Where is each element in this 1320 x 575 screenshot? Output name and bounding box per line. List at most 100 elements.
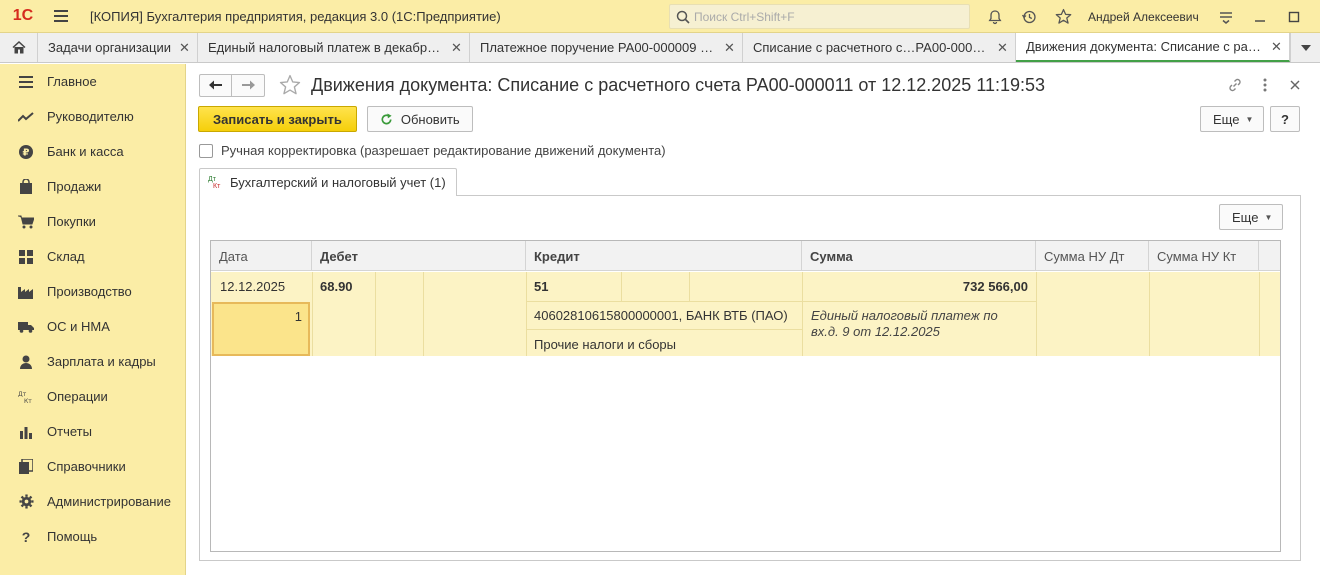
tab-bank-writeoff[interactable]: Списание с расчетного с…РА00-000011 ✕ <box>743 33 1016 62</box>
sidebar-item-help[interactable]: ? Помощь <box>0 519 185 554</box>
ruble-coin-icon: ₽ <box>18 144 34 160</box>
manual-edit-checkbox[interactable] <box>199 143 213 158</box>
minimize-icon[interactable] <box>1243 0 1277 33</box>
refresh-button[interactable]: Обновить <box>366 106 473 132</box>
cell-content-line-2[interactable]: вх.д. 9 от 12.12.2025 <box>811 324 940 339</box>
favorite-star-icon[interactable] <box>279 74 301 96</box>
sidebar-item-purchases[interactable]: Покупки <box>0 204 185 239</box>
sidebar-item-reports[interactable]: Отчеты <box>0 414 185 449</box>
cell-debit-account[interactable]: 68.90 <box>320 279 353 294</box>
sidebar-item-label: Администрирование <box>47 494 171 509</box>
bell-icon[interactable] <box>978 0 1012 33</box>
sidebar-item-label: Склад <box>47 249 85 264</box>
sidebar-item-operations[interactable]: Дт Кт Операции <box>0 379 185 414</box>
column-header-debit[interactable]: Дебет <box>312 241 526 271</box>
save-and-close-button[interactable]: Записать и закрыть <box>198 106 357 132</box>
tab-label: Платежное поручение РА00-000009 о… <box>480 40 716 55</box>
column-header-tax-amount-dt[interactable]: Сумма НУ Дт <box>1036 241 1149 271</box>
sidebar-item-sales[interactable]: Продажи <box>0 169 185 204</box>
title-bar: 1C [КОПИЯ] Бухгалтерия предприятия, реда… <box>0 0 1320 33</box>
help-button[interactable]: ? <box>1270 106 1300 132</box>
column-header-amount[interactable]: Сумма <box>802 241 1036 271</box>
accounting-panel: Еще ▼ Дата Дебет Кредит Сумма Сумма НУ Д… <box>199 195 1301 561</box>
sidebar-item-admin[interactable]: Администрирование <box>0 484 185 519</box>
close-icon[interactable]: ✕ <box>179 40 190 56</box>
table-more-button[interactable]: Еще ▼ <box>1219 204 1284 230</box>
search-icon <box>676 10 690 24</box>
sidebar-item-label: Главное <box>47 74 97 89</box>
history-icon[interactable] <box>1012 0 1046 33</box>
tab-label: Бухгалтерский и налоговый учет (1) <box>230 175 446 190</box>
close-icon[interactable]: ✕ <box>997 40 1008 56</box>
table-row[interactable]: 12.12.2025 1 68.90 51 406028106158000000… <box>211 272 1280 356</box>
cell-amount[interactable]: 732 566,00 <box>802 279 1028 294</box>
sidebar-item-label: Продажи <box>47 179 102 194</box>
tab-payment-order[interactable]: Платежное поручение РА00-000009 о… ✕ <box>470 33 743 62</box>
menu-lines-icon <box>18 74 34 90</box>
link-icon[interactable] <box>1222 73 1248 97</box>
cell-credit-account[interactable]: 51 <box>534 279 548 294</box>
open-tabs-bar: Задачи организации ✕ Единый налоговый пл… <box>0 33 1320 63</box>
sidebar-item-production[interactable]: Производство <box>0 274 185 309</box>
settings-menu-icon[interactable] <box>1209 0 1243 33</box>
user-name[interactable]: Андрей Алексеевич <box>1080 10 1209 24</box>
more-vertical-icon[interactable] <box>1252 73 1278 97</box>
tab-document-movements[interactable]: Движения документа: Списание с ра… ✕ <box>1016 33 1290 62</box>
close-form-icon[interactable] <box>1282 73 1308 97</box>
sidebar-item-label: Зарплата и кадры <box>47 354 156 369</box>
line-number-value: 1 <box>294 309 302 324</box>
cell-date[interactable]: 12.12.2025 <box>220 279 285 294</box>
cell-content-line-1[interactable]: Единый налоговый платеж по <box>811 308 998 323</box>
sidebar-item-label: Помощь <box>47 529 98 544</box>
sidebar-item-bank[interactable]: ₽ Банк и касса <box>0 134 185 169</box>
svg-text:₽: ₽ <box>23 147 30 158</box>
kt-label: Кт <box>213 182 221 190</box>
sidebar-item-warehouse[interactable]: Склад <box>0 239 185 274</box>
sidebar-item-catalogs[interactable]: Справочники <box>0 449 185 484</box>
cart-icon <box>18 214 34 230</box>
close-icon[interactable]: ✕ <box>451 40 462 56</box>
search-input[interactable]: Поиск Ctrl+Shift+F <box>669 4 970 29</box>
tab-label: Задачи организации <box>48 40 171 55</box>
sidebar-item-fixed-assets[interactable]: ОС и НМА <box>0 309 185 344</box>
main-menu-icon[interactable] <box>46 0 76 33</box>
sidebar-item-label: Банк и касса <box>47 144 124 159</box>
more-button[interactable]: Еще ▼ <box>1200 106 1265 132</box>
cell-line-number[interactable]: 1 <box>212 302 310 356</box>
app-logo[interactable]: 1C <box>0 0 46 33</box>
tabs-list-chevron-down-icon[interactable] <box>1290 33 1320 62</box>
sidebar-item-main[interactable]: Главное <box>0 64 185 99</box>
tab-ens-payment[interactable]: Единый налоговый платеж в декабре… ✕ <box>198 33 470 62</box>
svg-text:Кт: Кт <box>24 398 32 404</box>
column-header-credit[interactable]: Кредит <box>526 241 802 271</box>
cell-credit-subconto-1[interactable]: 40602810615800000001, БАНК ВТБ (ПАО) <box>534 308 788 323</box>
home-icon[interactable] <box>0 33 38 62</box>
sidebar-item-salary[interactable]: Зарплата и кадры <box>0 344 185 379</box>
favorites-star-icon[interactable] <box>1046 0 1080 33</box>
books-icon <box>18 459 34 475</box>
svg-text:Дт: Дт <box>18 391 27 398</box>
forward-button[interactable] <box>232 73 265 97</box>
table-header: Дата Дебет Кредит Сумма Сумма НУ Дт Сумм… <box>211 241 1280 271</box>
sidebar-item-label: Производство <box>47 284 132 299</box>
cell-credit-subconto-2[interactable]: Прочие налоги и сборы <box>534 337 676 352</box>
entries-table[interactable]: Дата Дебет Кредит Сумма Сумма НУ Дт Сумм… <box>210 240 1281 552</box>
tab-tasks[interactable]: Задачи организации ✕ <box>38 33 198 62</box>
caret-down-icon: ▼ <box>1245 114 1254 124</box>
tab-label: Движения документа: Списание с ра… <box>1026 39 1261 54</box>
close-icon[interactable]: ✕ <box>1271 39 1282 55</box>
close-window-icon[interactable] <box>1311 0 1320 33</box>
dt-label: Дт <box>208 175 216 183</box>
tab-accounting-tax[interactable]: Дт Кт Бухгалтерский и налоговый учет (1) <box>199 168 457 196</box>
sidebar-item-manager[interactable]: Руководителю <box>0 99 185 134</box>
back-button[interactable] <box>199 73 232 97</box>
column-header-tax-amount-kt[interactable]: Сумма НУ Кт <box>1149 241 1259 271</box>
tab-label: Списание с расчетного с…РА00-000011 <box>753 40 989 55</box>
maximize-icon[interactable] <box>1277 0 1311 33</box>
sidebar-item-label: Покупки <box>47 214 96 229</box>
column-header-date[interactable]: Дата <box>211 241 312 271</box>
refresh-icon <box>380 112 393 126</box>
manual-edit-checkbox-row[interactable]: Ручная корректировка (разрешает редактир… <box>199 143 666 158</box>
close-icon[interactable]: ✕ <box>724 40 735 56</box>
dt-kt-icon: Дт Кт <box>18 389 34 405</box>
